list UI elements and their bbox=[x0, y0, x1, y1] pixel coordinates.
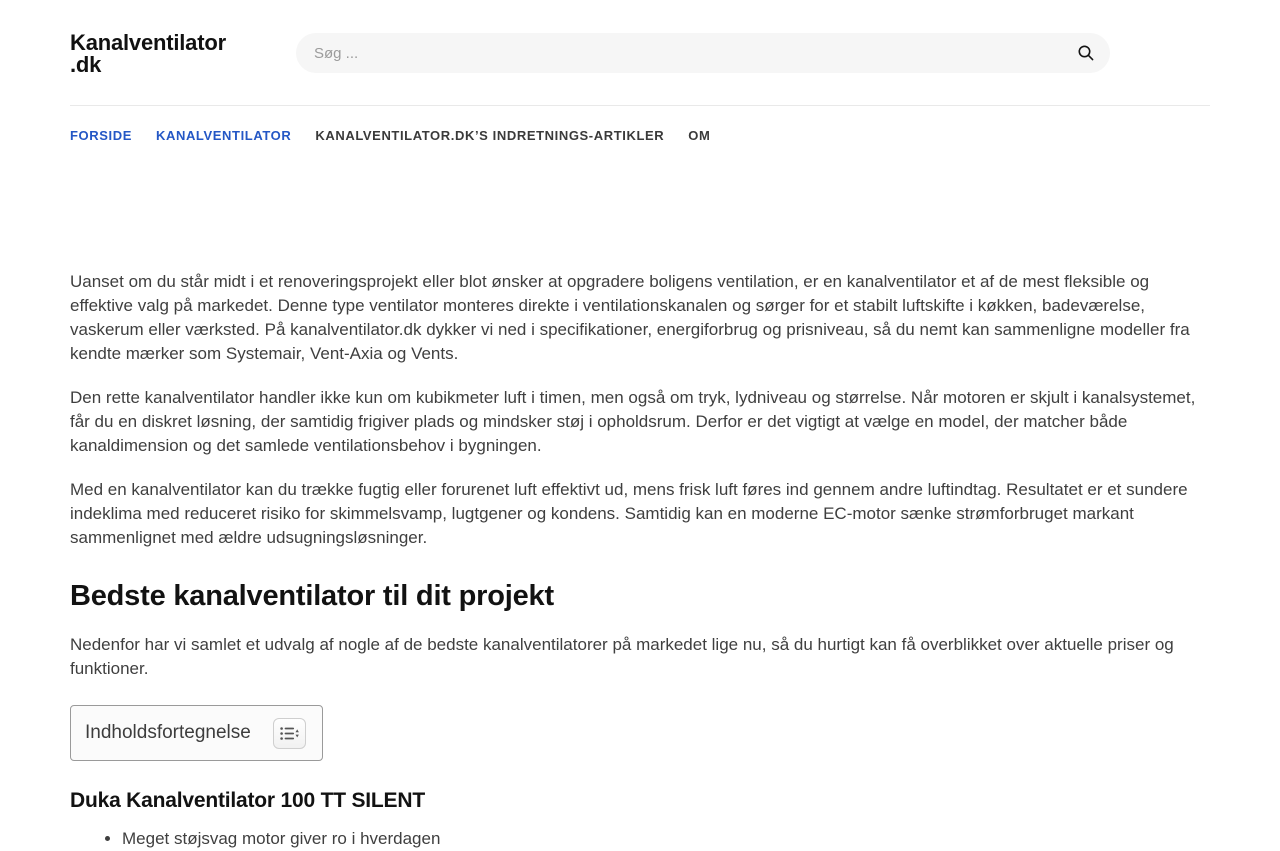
main-nav: FORSIDE KANALVENTILATOR KANALVENTILATOR.… bbox=[70, 106, 1210, 157]
search-form bbox=[296, 33, 1110, 73]
search-button[interactable] bbox=[1070, 37, 1102, 69]
nav-item-kanalventilator[interactable]: KANALVENTILATOR bbox=[156, 128, 291, 143]
nav-item-om[interactable]: OM bbox=[688, 128, 710, 143]
nav-item-forside[interactable]: FORSIDE bbox=[70, 128, 132, 143]
search-icon bbox=[1077, 44, 1095, 62]
page-container: Kanalventilator .dk FORSIDE KANALVENTILA… bbox=[70, 0, 1210, 851]
intro-paragraph-1: Uanset om du står midt i et renoveringsp… bbox=[70, 272, 1190, 363]
product-bullet-list: Meget støjsvag motor giver ro i hverdage… bbox=[70, 827, 1210, 851]
nav-item-indretnings-artikler[interactable]: KANALVENTILATOR.DK’S INDRETNINGS-ARTIKLE… bbox=[315, 128, 664, 143]
section-intro-paragraph: Nedenfor har vi samlet et udvalg af nogl… bbox=[70, 635, 1174, 678]
product-bullet-item: Meget støjsvag motor giver ro i hverdage… bbox=[122, 827, 1210, 851]
search-input[interactable] bbox=[296, 33, 1110, 73]
table-of-contents-box: Indholdsfortegnelse bbox=[70, 705, 323, 761]
section-heading-bedste-kanalventilator: Bedste kanalventilator til dit projekt bbox=[70, 580, 554, 612]
product-heading-duka-100-tt-silent: Duka Kanalventilator 100 TT SILENT bbox=[70, 789, 425, 812]
article-content: Uanset om du står midt i et renoveringsp… bbox=[70, 270, 1210, 851]
site-header: Kanalventilator .dk bbox=[70, 0, 1210, 106]
site-logo[interactable]: Kanalventilator .dk bbox=[70, 32, 296, 76]
intro-paragraph-3: Med en kanalventilator kan du trække fug… bbox=[70, 480, 1188, 547]
intro-paragraph-2: Den rette kanalventilator handler ikke k… bbox=[70, 388, 1196, 455]
toc-title: Indholdsfortegnelse bbox=[85, 722, 251, 743]
toc-toggle-button[interactable] bbox=[272, 717, 306, 749]
toc-toggle-icon bbox=[280, 726, 299, 741]
